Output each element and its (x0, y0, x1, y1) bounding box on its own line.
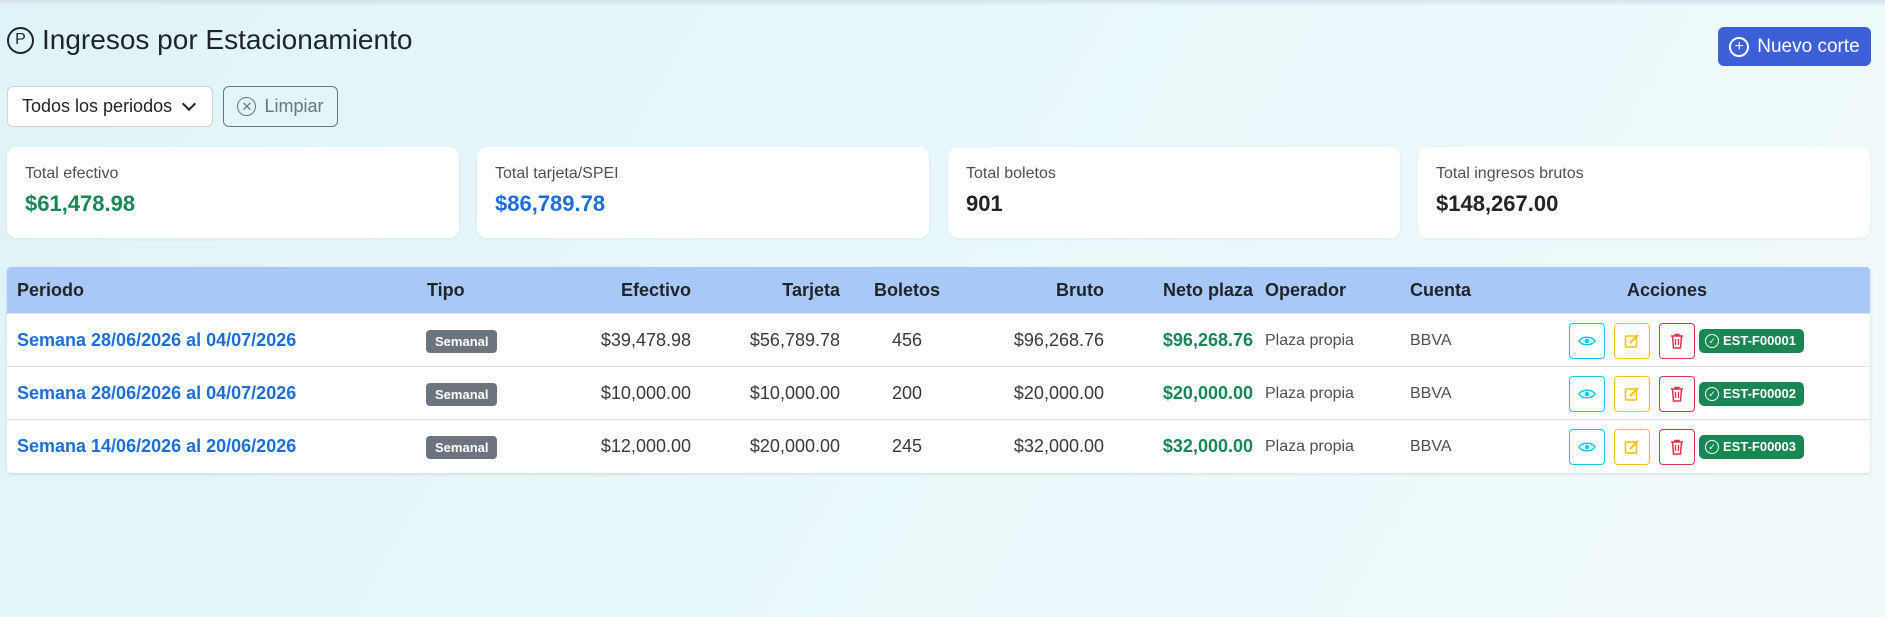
new-cut-button[interactable]: + Nuevo corte (1718, 27, 1871, 66)
cash-cell: $10,000.00 (600, 383, 691, 403)
col-efectivo[interactable]: Efectivo (537, 267, 691, 313)
cash-cell: $12,000.00 (600, 436, 691, 456)
card-cell: $20,000.00 (749, 436, 840, 456)
col-tarjeta[interactable]: Tarjeta (697, 267, 840, 313)
summary-card-cash: Total efectivo $61,478.98 (7, 147, 459, 238)
eye-icon (1578, 442, 1596, 452)
view-button[interactable] (1569, 323, 1605, 359)
summary-value: $148,267.00 (1436, 191, 1559, 216)
gross-cell: $32,000.00 (1013, 436, 1104, 456)
operator-cell: Plaza propia (1265, 332, 1354, 349)
delete-button[interactable] (1659, 323, 1695, 359)
col-operador[interactable]: Operador (1265, 267, 1346, 313)
summary-card-gross: Total ingresos brutos $148,267.00 (1418, 147, 1870, 238)
view-button[interactable] (1569, 376, 1605, 412)
trash-icon (1671, 439, 1683, 455)
clear-filters-button[interactable]: ✕ Limpiar (223, 86, 338, 127)
gross-cell: $96,268.76 (1013, 330, 1104, 350)
pencil-square-icon (1624, 387, 1639, 401)
col-boletos[interactable]: Boletos (857, 267, 957, 313)
trash-icon (1671, 386, 1683, 402)
folio-label: EST-F00002 (1723, 386, 1796, 401)
trash-icon (1671, 333, 1683, 349)
income-table: Periodo Tipo Efectivo Tarjeta Boletos Br… (7, 267, 1870, 473)
period-select[interactable]: Todos los periodos (7, 86, 213, 127)
summary-label: Total tarjeta/SPEI (495, 165, 619, 182)
period-select-value: Todos los periodos (22, 96, 173, 116)
col-cuenta[interactable]: Cuenta (1410, 267, 1471, 313)
eye-icon (1578, 336, 1596, 346)
account-cell: BBVA (1410, 332, 1452, 349)
table-row: Semana 14/06/2026 al 20/06/2026 Semanal … (7, 419, 1870, 472)
folio-badge[interactable]: ✓ EST-F00001 (1699, 329, 1804, 353)
operator-cell: Plaza propia (1265, 385, 1354, 402)
cash-cell: $39,478.98 (600, 330, 691, 350)
summary-label: Total ingresos brutos (1436, 165, 1584, 182)
table-row: Semana 28/06/2026 al 04/07/2026 Semanal … (7, 313, 1870, 366)
tickets-cell: 200 (891, 383, 923, 403)
check-circle-icon: ✓ (1705, 440, 1719, 454)
new-cut-label: Nuevo corte (1757, 35, 1860, 57)
edit-button[interactable] (1614, 323, 1650, 359)
summary-value: 901 (966, 191, 1003, 216)
folio-label: EST-F00001 (1723, 333, 1796, 348)
summary-label: Total boletos (966, 165, 1056, 182)
pencil-square-icon (1624, 334, 1639, 348)
summary-value: $61,478.98 (25, 191, 136, 216)
folio-badge[interactable]: ✓ EST-F00003 (1699, 435, 1804, 459)
check-circle-icon: ✓ (1705, 387, 1719, 401)
type-badge: Semanal (426, 330, 498, 353)
eye-icon (1578, 389, 1596, 399)
card-cell: $56,789.78 (749, 330, 840, 350)
clear-filters-label: Limpiar (264, 96, 324, 116)
period-link[interactable]: Semana 28/06/2026 al 04/07/2026 (17, 367, 296, 420)
summary-value: $86,789.78 (495, 191, 606, 216)
table-header: Periodo Tipo Efectivo Tarjeta Boletos Br… (7, 267, 1870, 313)
page-title: Ingresos por Estacionamiento (42, 24, 413, 55)
table-row: Semana 28/06/2026 al 04/07/2026 Semanal … (7, 366, 1870, 419)
check-circle-icon: ✓ (1705, 334, 1719, 348)
account-cell: BBVA (1410, 385, 1452, 402)
summary-label: Total efectivo (25, 165, 119, 182)
view-button[interactable] (1569, 429, 1605, 465)
operator-cell: Plaza propia (1265, 438, 1354, 455)
chevron-down-icon (181, 96, 197, 112)
period-link[interactable]: Semana 14/06/2026 al 20/06/2026 (17, 420, 296, 473)
card-cell: $10,000.00 (749, 383, 840, 403)
delete-button[interactable] (1659, 429, 1695, 465)
type-badge: Semanal (426, 436, 498, 459)
folio-label: EST-F00003 (1723, 439, 1796, 454)
page-header: P Ingresos por Estacionamiento (7, 22, 412, 58)
tickets-cell: 456 (891, 330, 923, 350)
net-cell: $20,000.00 (1162, 383, 1253, 403)
type-badge: Semanal (426, 383, 498, 406)
col-periodo[interactable]: Periodo (17, 267, 84, 313)
parking-circle-icon: P (7, 26, 34, 54)
edit-button[interactable] (1614, 429, 1650, 465)
edit-button[interactable] (1614, 376, 1650, 412)
plus-circle-icon: + (1729, 36, 1750, 57)
delete-button[interactable] (1659, 376, 1695, 412)
account-cell: BBVA (1410, 438, 1452, 455)
summary-card-card: Total tarjeta/SPEI $86,789.78 (477, 147, 929, 238)
tickets-cell: 245 (891, 436, 923, 456)
col-acciones: Acciones (1626, 280, 1708, 300)
x-circle-icon: ✕ (237, 97, 257, 116)
gross-cell: $20,000.00 (1013, 383, 1104, 403)
top-shadow (0, 0, 1885, 6)
folio-badge[interactable]: ✓ EST-F00002 (1699, 382, 1804, 406)
net-cell: $96,268.76 (1162, 330, 1253, 350)
col-bruto[interactable]: Bruto (967, 267, 1104, 313)
col-neto[interactable]: Neto plaza (1107, 267, 1253, 313)
net-cell: $32,000.00 (1162, 436, 1253, 456)
period-link[interactable]: Semana 28/06/2026 al 04/07/2026 (17, 314, 296, 367)
col-tipo[interactable]: Tipo (427, 267, 465, 313)
summary-card-tickets: Total boletos 901 (948, 147, 1400, 238)
pencil-square-icon (1624, 440, 1639, 454)
